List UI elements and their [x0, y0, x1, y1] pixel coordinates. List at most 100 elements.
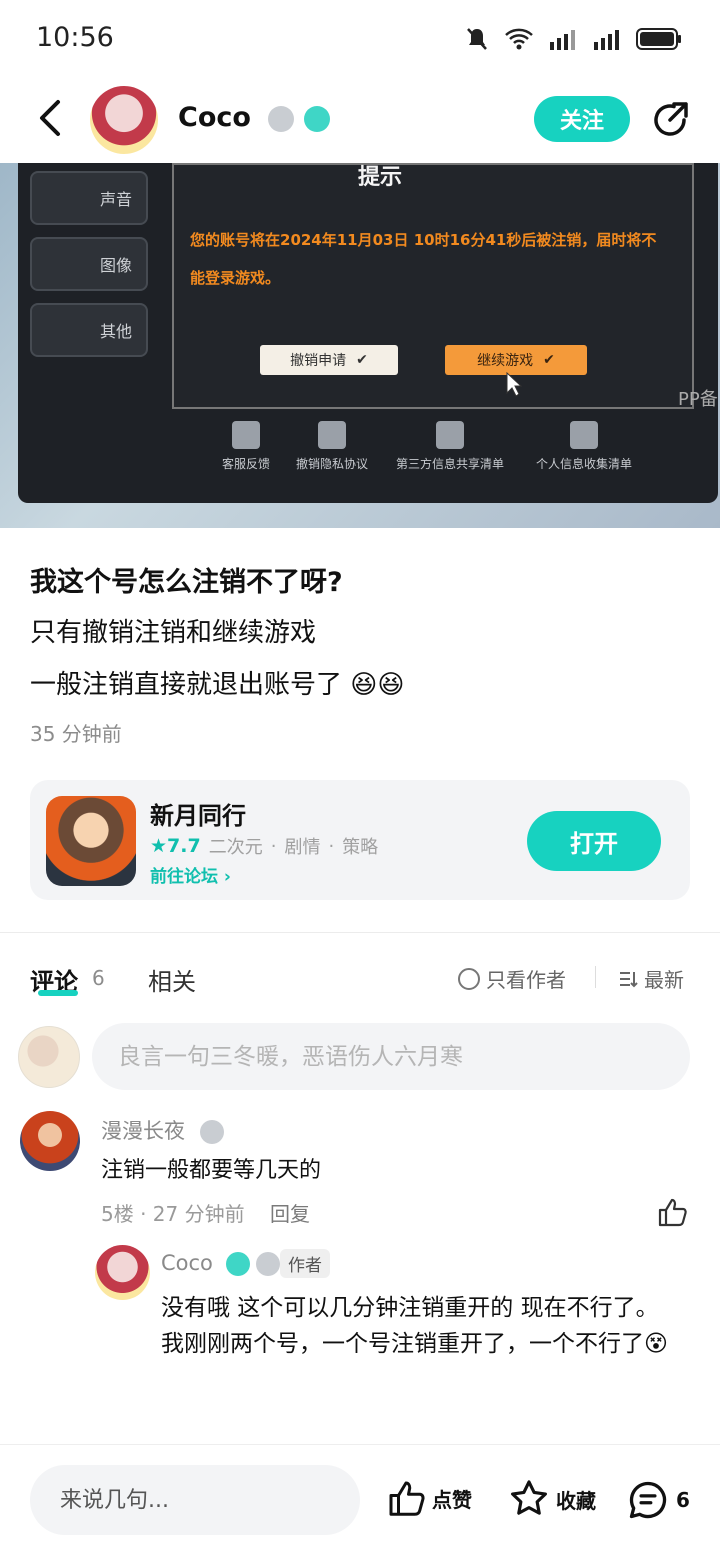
- vertical-separator: [595, 966, 596, 988]
- like-icon[interactable]: [656, 1196, 688, 1228]
- like-label: 点赞: [432, 1487, 472, 1512]
- cancel-deletion-label: 撤销申请: [290, 353, 347, 369]
- bottom-item-label: 第三方信息共享清单: [395, 457, 504, 471]
- my-avatar: [18, 1026, 80, 1088]
- level-badge-icon: [268, 105, 295, 132]
- bottom-item-thirdparty: 第三方信息共享清单: [388, 421, 512, 472]
- cursor-icon: [506, 371, 523, 397]
- only-author-label: 只看作者: [486, 968, 566, 992]
- post-body-text: 一般注销直接就退出账号了: [30, 670, 343, 700]
- forum-link[interactable]: 前往论坛 ›: [150, 862, 231, 887]
- section-divider: [0, 932, 720, 933]
- bottom-item-privacy: 撤销隐私协议: [290, 421, 374, 472]
- comment-meta: 5楼 · 27 分钟前: [101, 1202, 245, 1226]
- post-body-line: 只有撤销注销和继续游戏: [30, 618, 317, 648]
- verified-badge-icon: [303, 105, 330, 132]
- battery-icon: [636, 28, 681, 50]
- reply-text-line: 没有哦 这个可以几分钟注销重开的 现在不行了。: [161, 1295, 659, 1321]
- signal-icon: [594, 30, 619, 50]
- bottom-item-feedback: 客服反馈: [215, 421, 277, 472]
- collect-label: 收藏: [556, 1488, 596, 1513]
- radio-circle-icon: [458, 967, 480, 990]
- mute-icon: [467, 28, 487, 50]
- clipboard-icon: [570, 421, 598, 449]
- check-icon: ✔: [543, 352, 555, 368]
- game-name: 新月同行: [150, 802, 246, 830]
- comment-bubble-icon: [629, 1481, 667, 1519]
- reply-author-avatar[interactable]: [95, 1245, 150, 1300]
- chevron-right-icon: ›: [223, 867, 231, 887]
- reply-button[interactable]: 回复: [270, 1198, 310, 1227]
- reply-text-line-2: 我刚刚两个号，一个号注销重开了，一个不行了😵: [161, 1326, 691, 1362]
- cancel-deletion-button: 撤销申请 ✔: [260, 345, 398, 375]
- comment-text: 注销一般都要等几天的: [101, 1158, 322, 1183]
- rating-value: 7.7: [167, 835, 201, 857]
- dialog-title: 提示: [358, 165, 403, 190]
- status-time: 10:56: [36, 22, 114, 53]
- reply-author-name[interactable]: Coco: [161, 1251, 281, 1276]
- star-outline-icon: [511, 1480, 547, 1515]
- post-time: 35 分钟前: [30, 722, 122, 746]
- comment-input[interactable]: [92, 1023, 690, 1090]
- document-icon: [318, 421, 346, 449]
- commenter-name[interactable]: 漫漫长夜: [101, 1115, 224, 1145]
- status-icons: [464, 26, 682, 52]
- dialog-message: 您的账号将在2024年11月03日 10时16分41秒后被注销，届时将不能登录游…: [190, 231, 657, 287]
- game-tag: 剧情: [284, 837, 321, 858]
- reply-text: 没有哦 这个可以几分钟注销重开的 现在不行了。 我刚刚两个号，一个号注销重开了，…: [161, 1290, 691, 1362]
- open-game-button[interactable]: 打开: [527, 811, 661, 871]
- author-avatar[interactable]: [90, 86, 158, 154]
- game-tag: 二次元: [208, 837, 263, 858]
- post-image[interactable]: 声音 图像 其他 提示 您的账号将在2024年11月03日 10时16分41秒后…: [0, 163, 720, 528]
- chat-icon: [232, 421, 260, 449]
- level-badge-icon: [199, 1120, 224, 1144]
- sort-label: 最新: [644, 968, 684, 992]
- comment-count: 6: [676, 1488, 690, 1512]
- menu-image: 图像: [30, 237, 148, 291]
- post-title: 我这个号怎么注销不了呀?: [30, 567, 343, 598]
- game-icon[interactable]: [46, 796, 136, 886]
- check-icon: ✔: [356, 352, 368, 368]
- corner-text: PP备: [678, 389, 718, 410]
- sort-toggle[interactable]: 最新: [618, 964, 684, 993]
- game-tag: 策略: [342, 837, 379, 858]
- author-name-text: Coco: [178, 102, 251, 133]
- share-icon[interactable]: [650, 100, 690, 140]
- comment-action[interactable]: 6: [626, 1478, 690, 1522]
- author-name[interactable]: Coco: [178, 102, 330, 133]
- bottom-item-label: 客服反馈: [221, 457, 270, 471]
- commenter-avatar[interactable]: [20, 1111, 80, 1171]
- author-tag: 作者: [280, 1249, 330, 1278]
- bottom-item-label: 个人信息收集清单: [535, 457, 632, 471]
- verified-badge-icon: [225, 1252, 250, 1276]
- game-rating: ★7.7: [150, 835, 201, 857]
- menu-sound: 声音: [30, 171, 148, 225]
- commenter-name-text: 漫漫长夜: [101, 1119, 185, 1143]
- thumb-up-icon: [389, 1481, 425, 1516]
- post-body-line-2: 一般注销直接就退出账号了 😆😆: [30, 664, 405, 701]
- tab-active-indicator: [38, 990, 78, 996]
- collect-action[interactable]: 收藏: [508, 1478, 596, 1520]
- wifi-icon: [505, 28, 533, 50]
- comments-count: 6: [92, 966, 105, 990]
- level-badge-icon: [256, 1252, 281, 1276]
- star-icon: ★: [150, 835, 168, 857]
- like-action[interactable]: 点赞: [386, 1478, 472, 1518]
- bottom-comment-input[interactable]: [30, 1465, 360, 1535]
- back-arrow-icon[interactable]: [32, 98, 72, 138]
- menu-other: 其他: [30, 303, 148, 357]
- reply-author-name-text: Coco: [161, 1251, 213, 1275]
- laughing-emoji-icon: 😆😆: [350, 670, 405, 700]
- bottom-item-label: 撤销隐私协议: [295, 457, 368, 471]
- tab-related[interactable]: 相关: [148, 962, 196, 997]
- key-icon: [436, 421, 464, 449]
- forum-link-label: 前往论坛: [150, 867, 218, 887]
- only-author-toggle[interactable]: 只看作者: [458, 964, 566, 993]
- signal-icon: [550, 30, 575, 50]
- sort-icon: [620, 971, 638, 987]
- tag-separator: ·: [328, 835, 335, 857]
- reply-text-content: 我刚刚两个号，一个号注销重开了，一个不行了: [161, 1331, 644, 1357]
- bottom-item-personal: 个人信息收集清单: [528, 421, 640, 472]
- continue-game-label: 继续游戏: [477, 353, 534, 369]
- follow-button[interactable]: 关注: [534, 96, 630, 142]
